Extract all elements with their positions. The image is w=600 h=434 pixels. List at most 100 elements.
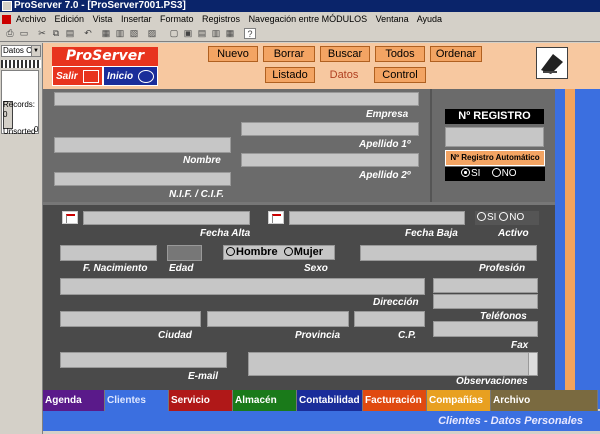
menu-bar: Archivo Edición Vista Insertar Formato R… [0,12,600,26]
chevron-down-icon[interactable]: ▼ [31,46,40,56]
sort-icon[interactable]: ▨ [146,28,158,39]
menu-archivo[interactable]: Archivo [16,14,46,24]
f-nacimiento-input[interactable] [60,245,157,261]
registro-no-radio[interactable] [491,168,501,177]
apellido1-input[interactable] [241,122,419,136]
profesion-input[interactable] [360,245,537,261]
buscar-button[interactable]: Buscar [320,46,370,62]
telefono2-input[interactable] [433,294,538,309]
tab-datos[interactable]: Datos [320,67,368,83]
filter-icon[interactable]: ▧ [128,28,140,39]
inicio-button[interactable]: Inicio [103,66,158,86]
empresa-input[interactable] [54,92,419,106]
sexo-options: Hombre Mujer [223,245,335,260]
menu-formato[interactable]: Formato [160,14,194,24]
layout-panel: Datos Cl... ▼ 0 Records: 0 Unsorted [0,43,43,434]
app-logo: ProServer 7.0. [52,47,158,83]
tab-almacen[interactable]: Almacén [233,390,297,411]
menu-edicion[interactable]: Edición [55,14,85,24]
ordenar-button[interactable]: Ordenar [430,46,482,62]
data-select[interactable]: Datos Cl... ▼ [1,45,41,57]
calendar-icon[interactable] [62,211,78,224]
cascade-icon[interactable]: ▤ [196,28,208,39]
activo-si-radio[interactable] [477,212,486,221]
nuevo-button[interactable]: Nuevo [208,46,258,62]
record-list-icon[interactable]: ▥ [114,28,126,39]
arrange-icon[interactable]: ▥ [210,28,222,39]
edad-input[interactable] [167,245,202,261]
tab-archivo[interactable]: Archivo [491,390,598,411]
tab-listado[interactable]: Listado [265,67,315,83]
provincia-input[interactable] [207,311,349,327]
activo-no-radio[interactable] [499,212,509,221]
copy-icon[interactable]: ⧉ [50,28,62,39]
menu-registros[interactable]: Registros [202,14,240,24]
f-nacimiento-label: F. Nacimiento [83,263,148,274]
module-header: ProServer 7.0. Salir Inicio Nuevo Borrar… [43,43,600,89]
nombre-label: Nombre [183,155,221,166]
tab-clientes[interactable]: Clientes [105,390,169,411]
toolbar: ⎙ ▭ ✂ ⧉ ▤ ↶ ▦ ▥ ▧ ▨ ▢ ▣ ▤ ▥ ▦ ? [0,26,600,42]
registro-section: Nº REGISTRO Nº Registro Automático SI NO [430,89,555,202]
observaciones-textarea[interactable] [248,352,538,376]
preview-icon[interactable]: ▭ [18,28,30,39]
menu-vista[interactable]: Vista [93,14,113,24]
nombre-input[interactable] [54,137,231,153]
tab-control[interactable]: Control [374,67,426,83]
direccion-label: Dirección [373,297,419,308]
hombre-radio[interactable] [226,247,235,256]
help-icon[interactable]: ? [244,28,256,39]
tile-icon[interactable]: ▣ [182,28,194,39]
apellido2-label: Apellido 2º [359,170,411,181]
undo-icon[interactable]: ↶ [82,28,94,39]
fax-input[interactable] [433,321,538,337]
tab-agenda[interactable]: Agenda [43,390,105,411]
todos-button[interactable]: Todos [375,46,425,62]
email-input[interactable] [60,352,227,368]
registro-auto-button[interactable]: Nº Registro Automático [445,150,545,166]
calendar-icon[interactable] [268,211,284,224]
fecha-alta-input[interactable] [83,211,250,225]
tab-companias[interactable]: Compañías [427,390,491,411]
ciudad-input[interactable] [60,311,201,327]
sort-state: Unsorted [3,127,36,136]
provincia-label: Provincia [295,330,341,341]
record-new-icon[interactable]: ▦ [100,28,112,39]
activo-options: SI NO [475,211,539,225]
ciudad-label: Ciudad [158,330,192,341]
document-icon[interactable] [2,15,11,25]
direccion-input[interactable] [60,278,425,295]
registro-options: SI NO [445,167,545,181]
menu-insertar[interactable]: Insertar [121,14,152,24]
nif-input[interactable] [54,172,231,186]
cut-icon[interactable]: ✂ [36,28,48,39]
cp-input[interactable] [354,311,425,327]
edad-label: Edad [169,263,194,274]
menu-ayuda[interactable]: Ayuda [417,14,442,24]
apellido2-input[interactable] [241,153,419,167]
menu-navegacion[interactable]: Navegación entre MÓDULOS [249,14,368,24]
status-bar: Clientes - Datos Personales [43,411,600,431]
side-strip [555,89,600,409]
menu-ventana[interactable]: Ventana [376,14,409,24]
tab-facturacion[interactable]: Facturación [363,390,427,411]
scrollbar[interactable] [528,353,537,375]
close-all-icon[interactable]: ▦ [224,28,236,39]
empresa-label: Empresa [366,109,409,120]
tab-servicio[interactable]: Servicio [169,390,233,411]
mujer-radio[interactable] [283,247,293,256]
borrar-button[interactable]: Borrar [263,46,315,62]
print-icon[interactable]: ⎙ [4,28,16,39]
registro-input[interactable] [445,127,544,147]
nif-label: N.I.F. / C.I.F. [169,189,225,200]
window-icon[interactable]: ▢ [168,28,180,39]
salir-button[interactable]: Salir [52,66,103,86]
registro-si-radio[interactable] [461,168,470,177]
tab-contabilidad[interactable]: Contabilidad [297,390,363,411]
filmstrip-icon [1,60,41,68]
sexo-label: Sexo [304,263,328,274]
fecha-baja-input[interactable] [289,211,465,225]
telefono1-input[interactable] [433,278,538,293]
apellido1-label: Apellido 1º [359,139,411,150]
paste-icon[interactable]: ▤ [64,28,76,39]
